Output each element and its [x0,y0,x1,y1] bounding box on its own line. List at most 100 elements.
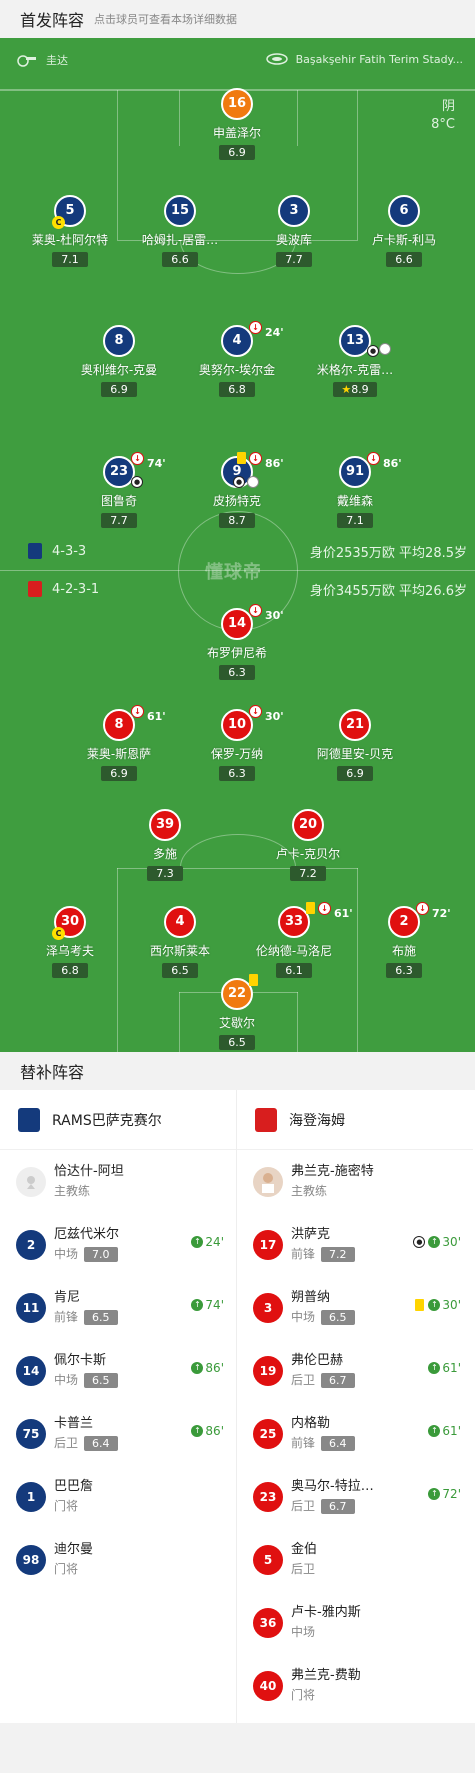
sub-in-time: 86' [205,1361,224,1375]
stadium-icon [265,53,288,65]
home-sub-row[interactable]: 1 巴巴詹 门将 [0,1465,236,1528]
away-sub-row[interactable]: 36 卢卡-雅内斯 中场 [237,1591,473,1654]
sub-rating: 6.5 [321,1310,355,1325]
away-formation: 4-2-3-1 [52,581,100,597]
player-name: 泽乌考夫 [45,944,94,958]
player-number: 14 ↓ 30' [221,604,284,640]
sub-out-icon: ↓ [131,452,144,465]
away-sub-row[interactable]: 17 洪萨克 前锋 7.2 ● ↑ 30' [237,1213,473,1276]
home-player-13[interactable]: 13 ● 米格尔-克雷… ★8.9 [305,325,405,397]
player-rating: 7.3 [147,866,183,881]
home-player-23[interactable]: 23 ↓ 74' ● 图鲁奇 7.7 [69,452,169,528]
sub-in-icon: ↑ [428,1362,441,1374]
sub-in: ↑ 61' [428,1424,461,1438]
away-player-20[interactable]: 20 卢卡-克贝尔 7.2 [258,809,358,881]
away-sub-row[interactable]: 3 朔普纳中场 6.5 ↑ 30' [237,1276,473,1339]
sub-in: ● ↑ 30' [413,1235,461,1249]
number-text: 23 [109,464,129,479]
sub-in-time: 30' [442,1298,461,1312]
sub-name: 卡普兰 [54,1416,94,1431]
away-player-8[interactable]: 8 ↓ 61' 莱奥-斯恩萨 6.9 [69,705,169,781]
away-player-39[interactable]: 39 多施 7.3 [115,809,215,881]
sub-name: 奥马尔-特拉… [291,1479,374,1494]
home-formation-row: 4-3-3 身价2535万欧 平均28.5岁 [0,534,475,568]
player-number: 30 C [52,906,86,940]
away-sub-row[interactable]: 19 弗伦巴赫 后卫 6.7 ↑ 61' [237,1339,473,1402]
sub-name: 厄兹代米尔 [54,1227,120,1242]
sub-position: 中场 [291,1310,316,1324]
home-sub-row[interactable]: 2 厄兹代米尔 中场 7.0 ↑ 24' [0,1213,236,1276]
match-info-bar: 圭达 Başakşehir Fatih Terim Stady... [0,38,475,90]
home-formation: 4-3-3 [52,543,87,559]
home-player-4[interactable]: 4 ↓ 24' 奥努尔-埃尔金 6.8 [187,321,287,397]
home-player-16[interactable]: 16 申盖泽尔 6.9 [187,88,287,160]
player-rating: 8.7 [219,513,255,528]
coach-info: 恰达什-阿坦 主教练 [54,1163,124,1200]
away-team-header[interactable]: 海登海姆 [237,1090,473,1150]
sub-in-icon: ↑ [191,1425,204,1437]
home-team-header[interactable]: RAMS巴萨克赛尔 [0,1090,236,1150]
home-coach[interactable]: 恰达什-阿坦 主教练 [0,1150,236,1213]
sub-in-time: 61' [442,1424,461,1438]
home-sub-row[interactable]: 98 迪尔曼 门将 [0,1528,236,1591]
lineup-title: 首发阵容 [20,11,85,30]
away-player-30[interactable]: 30 C 泽乌考夫 6.8 [20,906,120,978]
sub-in-icon: ↑ [191,1236,204,1248]
sub-number: 3 [253,1292,283,1323]
sub-number: 11 [16,1292,46,1323]
yellow-card-icon [415,1299,425,1311]
home-player-6[interactable]: 6 卢卡斯-利马 6.6 [354,195,454,267]
weather-temperature: 8°C [431,117,455,132]
player-name: 布施 [391,944,416,958]
away-player-33[interactable]: 33 ↓ 61' 伦纳德-马洛尼 6.1 [244,902,353,978]
sub-in: ↑ 30' [415,1298,461,1312]
sub-in-icon: ↑ [191,1299,204,1311]
home-player-8[interactable]: 8 奥利维尔-克曼 6.9 [69,325,169,397]
home-sub-row[interactable]: 14 佩尔卡斯 中场 6.5 ↑ 86' [0,1339,236,1402]
sub-name: 肯尼 [54,1290,81,1305]
sub-position: 后卫 [291,1499,316,1513]
player-rating: 7.7 [101,513,137,528]
away-player-10[interactable]: 10 ↓ 30' 保罗-万纳 6.3 [187,705,287,781]
away-sub-row[interactable]: 40 弗兰克-费勒 门将 [237,1654,473,1717]
sub-in: ↑ 86' [191,1424,224,1438]
away-player-2[interactable]: 2 ↓ 72' 布施 6.3 [354,902,454,978]
away-team-logo-icon [28,581,42,597]
number-text: 4 [232,333,242,348]
player-rating: 6.9 [101,766,137,781]
home-player-15[interactable]: 15 哈姆扎-居雷… 6.6 [130,195,230,267]
home-player-3[interactable]: 3 奥波库 7.7 [244,195,344,267]
home-player-9[interactable]: 9 ↓ 86' ● 皮扬特克 8.7 [187,452,287,528]
away-sub-row[interactable]: 5 金伯 后卫 [237,1528,473,1591]
home-player-91[interactable]: 91 ↓ 86' 戴维森 7.1 [305,452,405,528]
venue-name: Başakşehir Fatih Terim Stady... [295,52,463,66]
sub-number: 14 [16,1355,46,1386]
sub-position: 门将 [54,1499,79,1513]
sub-position: 后卫 [54,1436,79,1450]
number-text: 2 [399,914,409,929]
home-sub-row[interactable]: 75 卡普兰 后卫 6.4 ↑ 86' [0,1402,236,1465]
home-sub-row[interactable]: 11 肯尼 前锋 6.5 ↑ 74' [0,1276,236,1339]
sub-time: 61' [334,907,353,920]
player-name: 伦纳德-马洛尼 [255,944,333,958]
player-name: 卢卡斯-利马 [371,233,437,247]
away-coach[interactable]: 弗兰克-施密特 主教练 [237,1150,473,1213]
sub-in-time: 86' [205,1424,224,1438]
away-player-21[interactable]: 21 阿德里安-贝克 6.9 [305,709,405,781]
sub-position: 门将 [291,1688,316,1702]
sub-name: 朔普纳 [291,1290,331,1305]
away-player-22[interactable]: 22 艾歇尔 6.5 [187,974,287,1050]
away-player-4[interactable]: 4 西尔斯莱本 6.5 [130,906,230,978]
player-rating: 7.7 [276,252,312,267]
player-name: 西尔斯莱本 [149,944,210,958]
sub-number: 17 [253,1229,283,1260]
lineup-header: 首发阵容 点击球员可查看本场详细数据 [0,0,475,38]
sub-in-icon: ↑ [428,1236,441,1248]
goal-icon: ● [233,476,245,488]
home-player-5[interactable]: 5C 莱奥-杜阿尔特 7.1 [20,195,120,267]
goal-box-left-top [179,90,180,146]
away-sub-row[interactable]: 23 奥马尔-特拉… 后卫 6.7 ↑ 72' [237,1465,473,1528]
captain-badge: C [52,216,65,229]
away-sub-row[interactable]: 25 内格勒 前锋 6.4 ↑ 61' [237,1402,473,1465]
away-player-14[interactable]: 14 ↓ 30' 布罗伊尼希 6.3 [187,604,287,680]
